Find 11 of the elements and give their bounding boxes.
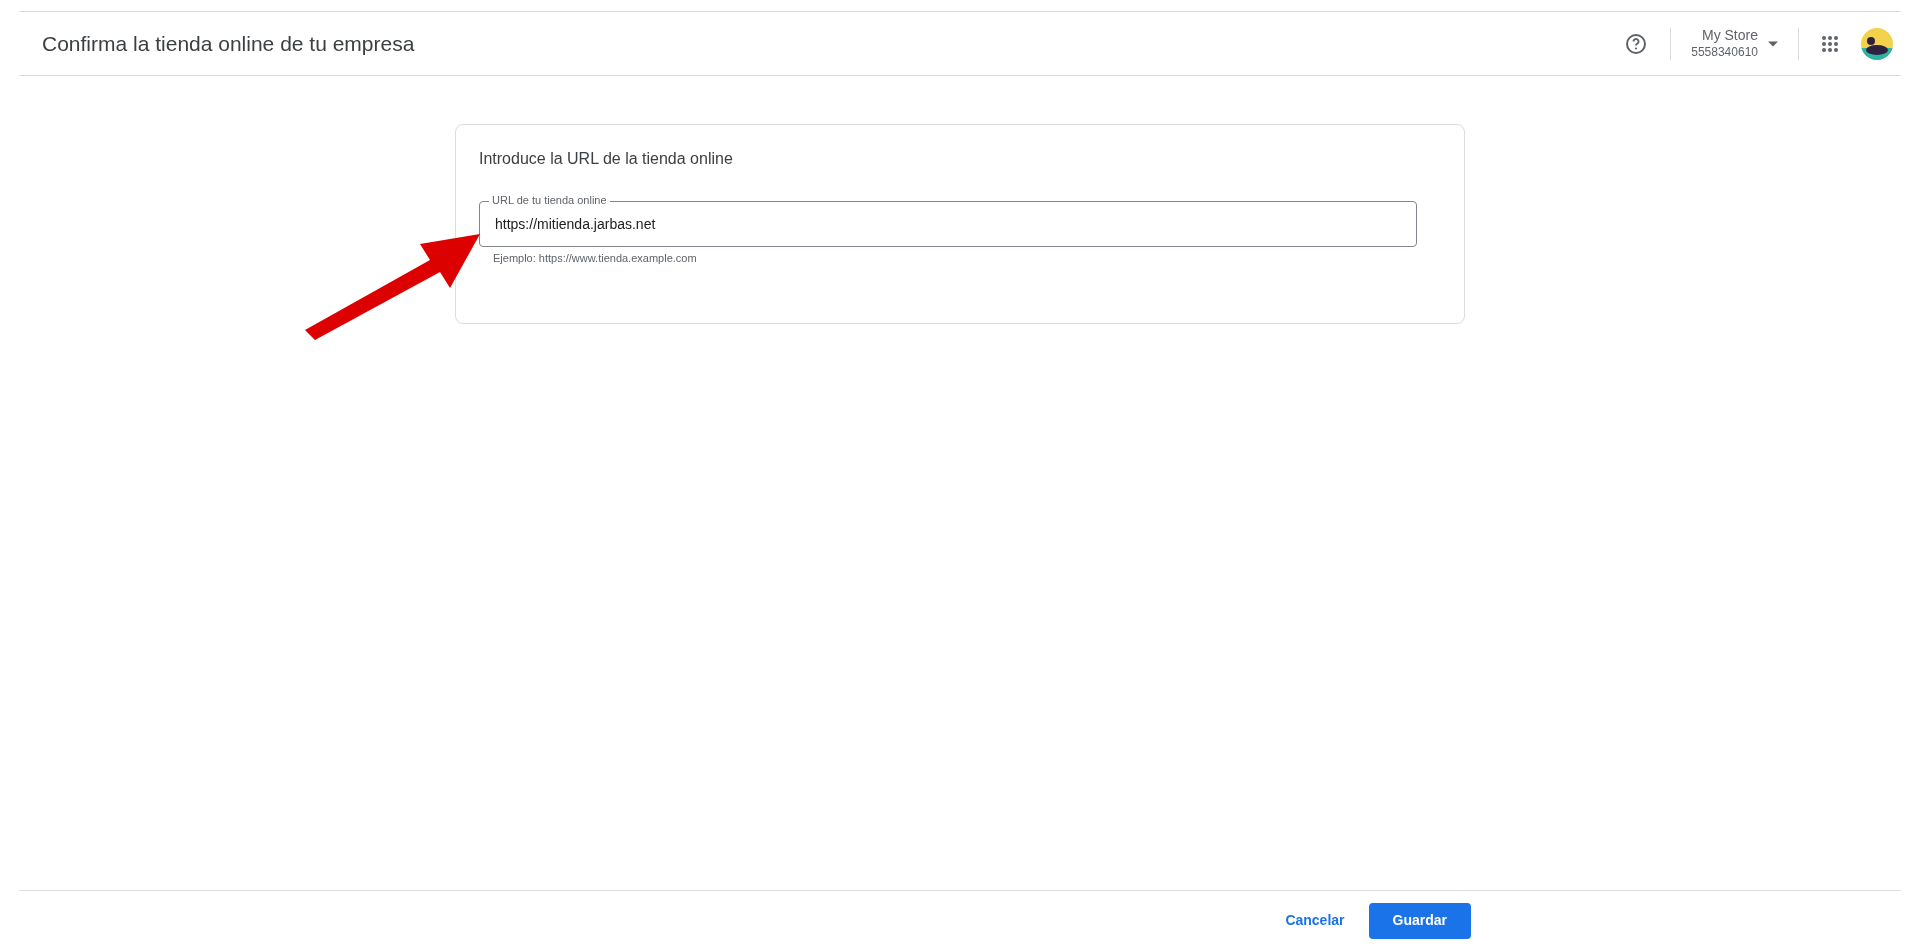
hint-text: Ejemplo: https://www.tienda.example.com bbox=[493, 251, 698, 266]
cancel-link[interactable]: Cancelar bbox=[1281, 902, 1349, 939]
save-button[interactable]: Guardar bbox=[1368, 902, 1471, 939]
avatar-icon[interactable] bbox=[1861, 27, 1893, 60]
caret-icon bbox=[1768, 40, 1778, 47]
card-title: Introduce la URL de la tienda online bbox=[479, 149, 734, 169]
field-label: URL de tu tienda online bbox=[489, 193, 610, 207]
help-icon[interactable] bbox=[1624, 31, 1649, 56]
page-title: Confirma la tienda online de tu empresa bbox=[42, 30, 416, 57]
apps-grid-icon[interactable] bbox=[1821, 34, 1839, 53]
account-switcher[interactable]: My Store 5558340610 bbox=[1671, 27, 1798, 60]
